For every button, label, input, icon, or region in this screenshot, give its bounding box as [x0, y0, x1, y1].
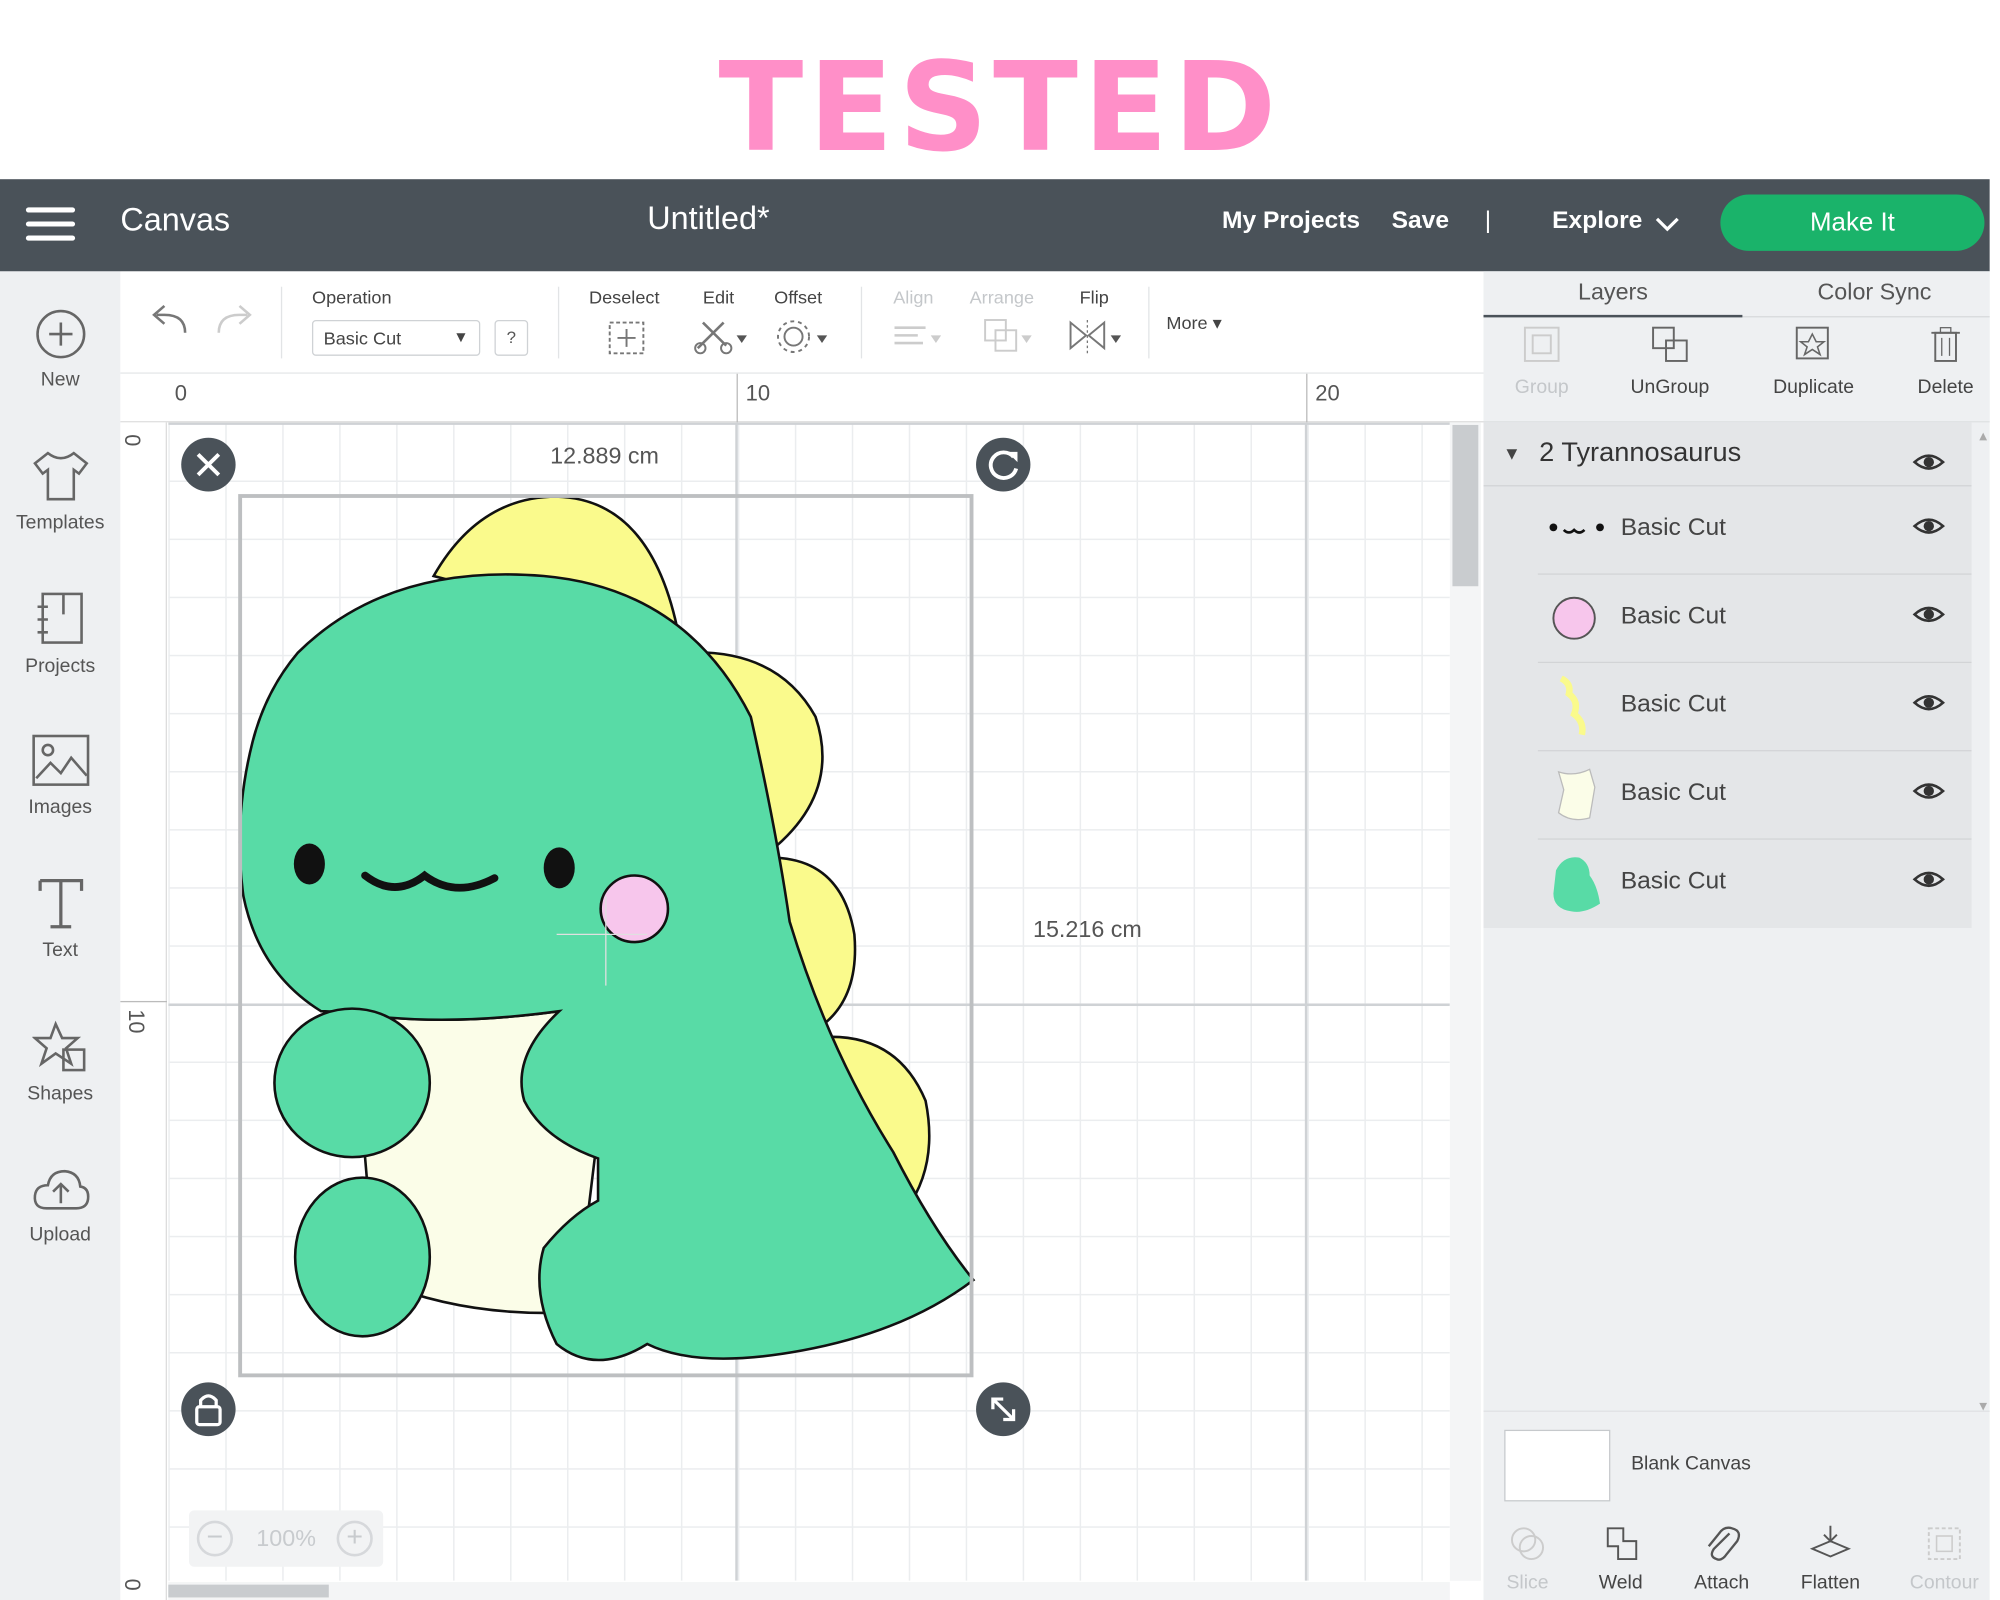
eye-icon[interactable]	[1912, 515, 1946, 538]
layer-row[interactable]: Basic Cut	[1537, 663, 1972, 752]
layer-name: Basic Cut	[1620, 691, 1726, 719]
layer-thumbnail	[1552, 596, 1596, 640]
group-button[interactable]: Group	[1483, 323, 1600, 399]
caret-down-icon[interactable]: ▼	[1503, 443, 1521, 463]
flatten-icon	[1809, 1525, 1852, 1558]
width-dimension-label: 12.889 cm	[550, 442, 659, 469]
layer-thumbnail	[1559, 675, 1586, 736]
eye-icon[interactable]	[1912, 451, 1946, 474]
slice-button[interactable]: Slice	[1476, 1523, 1580, 1594]
layer-name: Basic Cut	[1620, 514, 1726, 542]
flatten-label: Flatten	[1800, 1571, 1861, 1594]
layer-thumbnail	[1557, 768, 1596, 821]
delete-button[interactable]: Delete	[1887, 323, 2000, 399]
tab-layers[interactable]: Layers	[1578, 279, 1648, 306]
selection-bounding-box[interactable]	[238, 494, 974, 1378]
attach-label: Attach	[1694, 1571, 1750, 1594]
zoom-control: − 100% +	[188, 1510, 384, 1567]
layers-scrollbar[interactable]	[1977, 422, 1990, 1420]
ungroup-icon	[1652, 326, 1688, 362]
delete-handle[interactable]	[181, 437, 236, 492]
canvas-vertical-scrollbar[interactable]	[1449, 422, 1481, 1581]
blank-canvas-swatch[interactable]	[1504, 1429, 1611, 1502]
resize-handle[interactable]	[976, 1382, 1031, 1437]
contour-label: Contour	[1909, 1571, 1979, 1594]
contour-icon	[1927, 1527, 1961, 1560]
eye-icon[interactable]	[1912, 603, 1946, 626]
tab-color-sync[interactable]: Color Sync	[1817, 279, 1931, 306]
layer-group-row[interactable]: ▼ 2 Tyrannosaurus	[1483, 422, 1972, 487]
close-icon	[196, 453, 221, 477]
blank-canvas-label: Blank Canvas	[1631, 1452, 1751, 1475]
zoom-level: 100%	[256, 1525, 316, 1552]
resize-arrows-icon	[991, 1397, 1016, 1422]
duplicate-button[interactable]: Duplicate	[1755, 323, 1872, 399]
group-icon	[1523, 326, 1560, 362]
layers-list: ▼ 2 Tyrannosaurus Basic Cut Basic Cut Ba…	[1483, 422, 1972, 928]
contour-button[interactable]: Contour	[1893, 1523, 1997, 1594]
eye-icon[interactable]	[1912, 868, 1946, 891]
eye-icon[interactable]	[1912, 780, 1946, 803]
lock-handle[interactable]	[181, 1382, 236, 1437]
layer-row[interactable]: Basic Cut	[1537, 751, 1972, 840]
zoom-out-button[interactable]: −	[196, 1520, 234, 1557]
layer-row[interactable]: Basic Cut	[1537, 575, 1972, 664]
rotate-handle[interactable]	[976, 437, 1031, 492]
layer-thumbnail	[1549, 523, 1604, 534]
layer-name: Basic Cut	[1620, 867, 1726, 895]
weld-icon	[1606, 1527, 1638, 1560]
duplicate-label: Duplicate	[1773, 376, 1855, 399]
layer-row[interactable]: Basic Cut	[1537, 486, 1972, 575]
layers-panel: Layers Color Sync Group UnGroup Duplicat…	[1483, 271, 1990, 1600]
layers-toolbar: Group UnGroup Duplicate Delete	[1483, 317, 1990, 423]
weld-label: Weld	[1598, 1571, 1643, 1594]
layer-name: Basic Cut	[1620, 779, 1726, 807]
trash-icon	[1931, 327, 1960, 362]
lock-icon	[195, 1394, 222, 1427]
layer-actions-bar: Slice Weld Attach Flatten Contour	[1483, 1513, 1989, 1600]
height-dimension-label: 15.216 cm	[1033, 916, 1142, 943]
delete-label: Delete	[1917, 376, 1974, 399]
layer-name: Basic Cut	[1620, 602, 1726, 630]
ungroup-label: UnGroup	[1630, 376, 1710, 399]
group-label: Group	[1514, 376, 1569, 399]
zoom-in-button[interactable]: +	[336, 1520, 373, 1557]
canvas-horizontal-scrollbar[interactable]	[168, 1582, 1450, 1600]
eye-icon[interactable]	[1912, 691, 1946, 714]
blank-canvas-row[interactable]: Blank Canvas	[1483, 1410, 1990, 1513]
slice-label: Slice	[1506, 1571, 1549, 1594]
rotate-icon	[988, 450, 1019, 480]
ungroup-button[interactable]: UnGroup	[1612, 323, 1729, 399]
weld-button[interactable]: Weld	[1569, 1523, 1673, 1594]
paperclip-icon	[1707, 1526, 1741, 1561]
layer-row[interactable]: Basic Cut	[1538, 840, 1972, 928]
slice-icon	[1511, 1527, 1545, 1560]
duplicate-icon	[1795, 326, 1829, 360]
attach-button[interactable]: Attach	[1670, 1523, 1774, 1594]
layer-group-title: 2 Tyrannosaurus	[1539, 437, 1742, 468]
layer-thumbnail	[1553, 857, 1601, 912]
flatten-button[interactable]: Flatten	[1779, 1523, 1883, 1594]
